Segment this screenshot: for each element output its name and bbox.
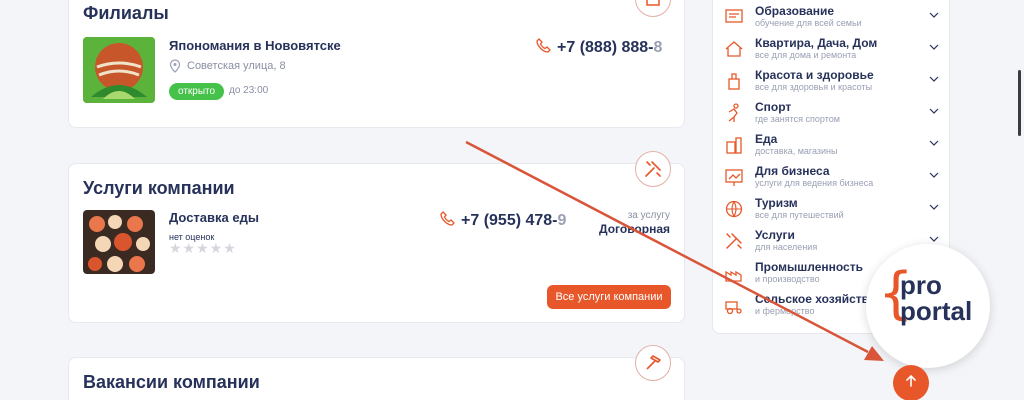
chevron-down-icon[interactable] [927, 40, 941, 54]
category-item-education[interactable]: Образование обучение для всей семьи [723, 1, 941, 33]
category-title: Промышленность [755, 260, 863, 274]
business-icon [723, 166, 745, 188]
chevron-down-icon[interactable] [927, 72, 941, 86]
category-item-sport[interactable]: Спорт где занятся спортом [723, 97, 941, 129]
category-item-tourism[interactable]: Туризм все для путешествий [723, 193, 941, 225]
all-services-button[interactable]: Все услуги компании [547, 285, 671, 309]
category-item-business[interactable]: Для бизнеса услуги для ведения бизнеса [723, 161, 941, 193]
page-scrollbar[interactable] [1018, 70, 1021, 136]
chevron-down-icon[interactable] [927, 8, 941, 22]
service-photo[interactable] [83, 210, 155, 274]
category-item-beauty[interactable]: Красота и здоровье все для здоровья и кр… [723, 65, 941, 97]
category-sub: для населения [755, 242, 818, 252]
category-sub: и производство [755, 274, 820, 284]
branch-logo[interactable] [83, 37, 155, 103]
service-phone-hidden-digit: 9 [557, 211, 567, 229]
category-sub: все для путешествий [755, 210, 844, 220]
logo-line2: portal [900, 296, 973, 326]
vacancies-title: Вакансии компании [83, 372, 260, 392]
branches-section-icon [635, 0, 671, 17]
home-icon [723, 38, 745, 60]
branch-phone-number[interactable]: +7 (888) 888- [557, 39, 654, 56]
arrow-up-icon [904, 374, 918, 393]
category-sub: все для дома и ремонта [755, 50, 857, 60]
branches-title: Филиалы [83, 3, 169, 23]
chevron-down-icon[interactable] [927, 200, 941, 214]
phone-icon [439, 210, 455, 231]
branch-phone-hidden-digit: 8 [653, 38, 663, 56]
category-title: Образование [755, 4, 835, 18]
category-title: Красота и здоровье [755, 68, 874, 82]
tourism-icon [723, 198, 745, 220]
vacancies-card: Вакансии компании [68, 345, 685, 400]
chevron-down-icon[interactable] [927, 168, 941, 182]
agriculture-icon [723, 294, 745, 316]
scroll-to-top-button[interactable] [893, 365, 929, 400]
category-sub: обучение для всей семьи [755, 18, 862, 28]
chevron-down-icon[interactable] [927, 104, 941, 118]
category-item-food[interactable]: Еда доставка, магазины [723, 129, 941, 161]
service-price: Договорная [599, 222, 670, 236]
category-sub: услуги для ведения бизнеса [755, 178, 874, 188]
open-status-badge: открыто [169, 83, 225, 100]
sport-icon [723, 102, 745, 124]
category-sub: где занятся спортом [755, 114, 840, 124]
education-icon [723, 6, 745, 28]
branch-name[interactable]: Япономания в Нововятске [169, 38, 341, 53]
services-icon [723, 230, 745, 252]
price-label: за услугу [627, 210, 670, 221]
category-item-home[interactable]: Квартира, Дача, Дом все для дома и ремон… [723, 33, 941, 65]
phone-icon [535, 37, 551, 58]
category-title: Услуги [755, 228, 795, 242]
category-title: Квартира, Дача, Дом [755, 36, 878, 50]
category-title: Сельское хозяйство [755, 292, 877, 306]
rating-stars: ★★★★★ [169, 240, 237, 256]
service-phone[interactable]: +7 (955) 478-9 [439, 210, 566, 231]
chevron-down-icon[interactable] [927, 136, 941, 150]
service-name[interactable]: Доставка еды [169, 210, 259, 225]
location-pin-icon [169, 59, 181, 78]
services-card: Услуги компании Доставка еды нет оценок … [68, 151, 685, 323]
branch-phone[interactable]: +7 (888) 888-8 [535, 37, 662, 58]
category-sub: все для здоровья и красоты [755, 82, 873, 92]
category-sub: и фермерство [755, 306, 815, 316]
category-title: Спорт [755, 100, 792, 114]
category-sub: доставка, магазины [755, 146, 838, 156]
industry-icon [723, 262, 745, 284]
category-title: Еда [755, 132, 778, 146]
service-phone-number[interactable]: +7 (955) 478- [461, 212, 558, 229]
branch-address: Советская улица, 8 [187, 60, 286, 72]
branches-card: Филиалы Япономания в Нововятске Советска… [68, 0, 685, 128]
branch-hours: до 23:00 [229, 85, 269, 96]
category-title: Туризм [755, 196, 798, 210]
food-icon [723, 134, 745, 156]
beauty-icon [723, 70, 745, 92]
hammer-icon [635, 345, 671, 381]
tools-icon [635, 151, 671, 187]
proportal-logo[interactable]: { pro portal [866, 244, 990, 368]
services-title: Услуги компании [83, 178, 235, 198]
category-title: Для бизнеса [755, 164, 830, 178]
